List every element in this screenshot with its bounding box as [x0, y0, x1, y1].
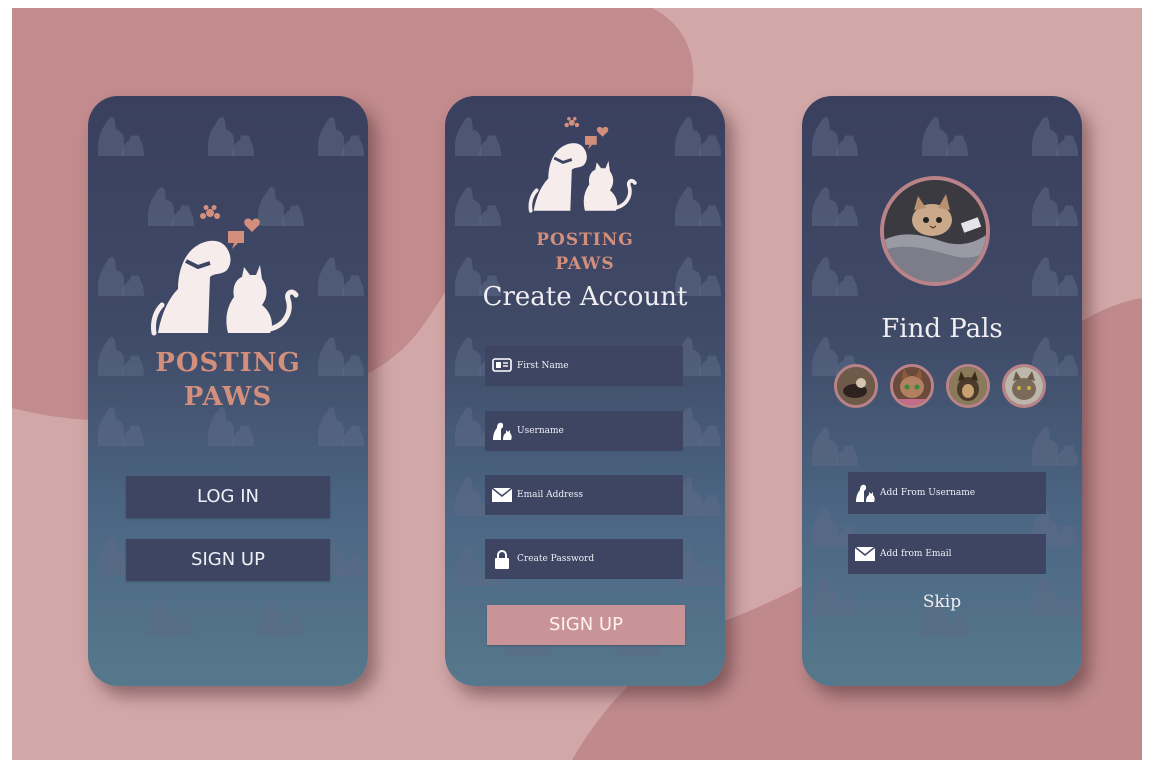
pal-suggestion-avatar[interactable]	[946, 364, 990, 408]
add-from-username-button[interactable]: Add From Username	[848, 472, 1046, 514]
background-canvas: POSTING PAWS LOG IN SIGN UP POSTING PAWS…	[12, 8, 1142, 760]
envelope-icon	[491, 484, 513, 506]
brand-name-line1: POSTING	[155, 348, 301, 378]
find-pals-title: Find Pals	[881, 314, 1003, 344]
email-placeholder: Email Address	[517, 490, 583, 500]
phone-welcome-screen: POSTING PAWS LOG IN SIGN UP	[88, 96, 368, 686]
brand-name-line2: PAWS	[555, 254, 615, 274]
pal-suggestion-avatar[interactable]	[1002, 364, 1046, 408]
signup-submit-button[interactable]: SIGN UP	[487, 605, 685, 645]
first-name-field[interactable]: First Name	[485, 346, 683, 386]
skip-link[interactable]: Skip	[802, 592, 1082, 612]
add-from-email-label: Add from Email	[880, 549, 952, 559]
add-from-email-button[interactable]: Add from Email	[848, 534, 1046, 574]
first-name-placeholder: First Name	[517, 361, 569, 371]
phone-find-pals-screen: Find Pals Add From Username Add from Ema…	[802, 96, 1082, 686]
login-button[interactable]: LOG IN	[126, 476, 330, 518]
username-field[interactable]: Username	[485, 411, 683, 451]
pal-suggestion-avatar[interactable]	[890, 364, 934, 408]
pal-suggestion-avatar[interactable]	[834, 364, 878, 408]
name-tag-icon	[491, 355, 513, 377]
lock-icon	[491, 548, 513, 570]
username-placeholder: Username	[517, 426, 564, 436]
dog-cat-logo	[528, 116, 637, 213]
brand-name-line1: POSTING	[536, 230, 634, 250]
pets-icon	[854, 482, 876, 504]
password-placeholder: Create Password	[517, 554, 595, 564]
brand-name-line2: PAWS	[183, 382, 273, 412]
create-account-title: Create Account	[482, 282, 688, 312]
add-from-username-label: Add From Username	[880, 488, 976, 498]
envelope-icon	[854, 543, 876, 565]
email-field[interactable]: Email Address	[485, 475, 683, 515]
profile-photo[interactable]	[880, 176, 990, 286]
pets-icon	[491, 420, 513, 442]
phone-create-account-screen: POSTING PAWS Create Account First Name U…	[445, 96, 725, 686]
signup-button[interactable]: SIGN UP	[126, 539, 330, 581]
password-field[interactable]: Create Password	[485, 539, 683, 579]
dog-cat-logo	[151, 205, 299, 336]
cat-photo-image	[884, 180, 986, 282]
